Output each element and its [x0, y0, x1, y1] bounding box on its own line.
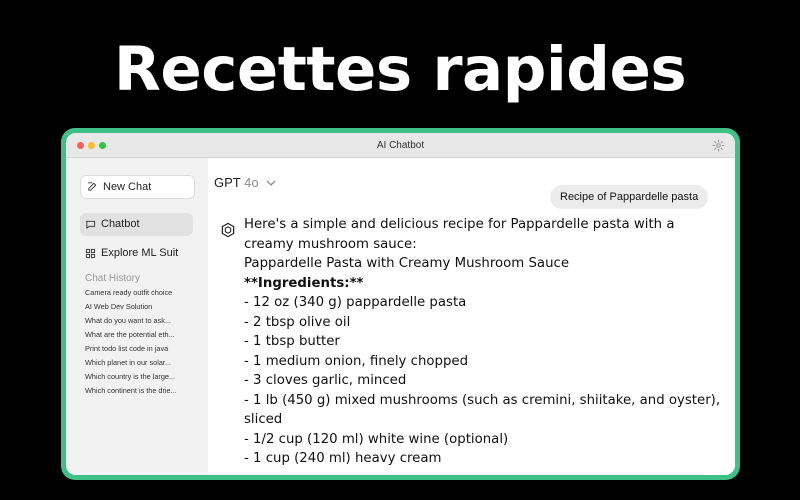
model-selector[interactable]: GPT 4o — [214, 175, 276, 190]
answer-line: - 1 tbsp butter — [244, 334, 340, 349]
model-name: GPT — [214, 175, 241, 190]
answer-line: - 3 cloves garlic, minced — [244, 373, 407, 388]
promo-headline: Recettes rapides — [113, 34, 687, 105]
chat-history-heading: Chat History — [85, 273, 141, 284]
answer-line: - 1/2 cup (120 ml) white wine (optional) — [244, 431, 509, 447]
answer-line-heading: **Ingredients:** — [244, 275, 364, 291]
chat-history-item[interactable]: Which country is the large... — [85, 372, 203, 381]
settings-gear-icon[interactable] — [712, 139, 725, 152]
sidebar-item-label: Explore ML Suit — [101, 247, 179, 259]
title-bar: AI Chatbot — [66, 133, 735, 158]
chat-main: GPT 4o Recipe of Pappardelle pasta Here'… — [208, 158, 735, 475]
answer-line: - 1 cup (240 ml) heavy cream — [244, 451, 442, 466]
sidebar-item-explore-ml-suit[interactable]: Explore ML Suit — [80, 242, 193, 265]
grid-icon — [85, 248, 96, 259]
chat-history-item[interactable]: What do you want to ask... — [85, 316, 203, 325]
sidebar-item-label: Chatbot — [101, 218, 140, 230]
new-chat-button[interactable]: New Chat — [80, 175, 195, 199]
answer-line: creamy mushroom sauce: — [244, 236, 417, 252]
edit-icon — [87, 182, 97, 191]
chat-history-item[interactable]: Print todo list code in java — [85, 344, 203, 353]
answer-line: - 1 medium onion, finely chopped — [244, 353, 469, 369]
chat-bubble-icon — [85, 220, 96, 229]
chat-history-item[interactable]: What are the potential eth... — [85, 330, 203, 339]
answer-line: Pappardelle Pasta with Creamy Mushroom S… — [244, 256, 569, 271]
answer-line: - 12 oz (340 g) pappardelle pasta — [244, 295, 467, 310]
assistant-logo-icon — [221, 222, 235, 238]
window-title: AI Chatbot — [376, 140, 425, 151]
new-chat-label: New Chat — [103, 181, 152, 193]
sidebar-item-chatbot[interactable]: Chatbot — [80, 213, 193, 236]
answer-line: sliced — [244, 412, 283, 427]
chevron-down-icon — [266, 180, 276, 186]
assistant-answer: Here's a simple and delicious recipe for… — [244, 215, 729, 469]
sidebar: New Chat Chatbot Explore ML Suit Chat Hi… — [66, 158, 208, 475]
answer-line: - 1 lb (450 g) mixed mushrooms (such as … — [244, 392, 721, 408]
app-window: AI Chatbot New Chat Chatbot Explore ML S… — [66, 133, 735, 475]
chat-history-item[interactable]: Which continent is the drie... — [85, 386, 203, 395]
model-version: 4o — [244, 175, 259, 190]
answer-line: Here's a simple and delicious recipe for… — [244, 217, 675, 232]
chat-history-item[interactable]: AI Web Dev Solution — [85, 302, 203, 311]
chat-history-item[interactable]: Camera ready outfit choice — [85, 288, 203, 297]
chat-history-item[interactable]: Which planet in our solar... — [85, 358, 203, 367]
answer-line: - 2 tbsp olive oil — [244, 314, 351, 330]
user-message-bubble: Recipe of Pappardelle pasta — [550, 185, 709, 209]
